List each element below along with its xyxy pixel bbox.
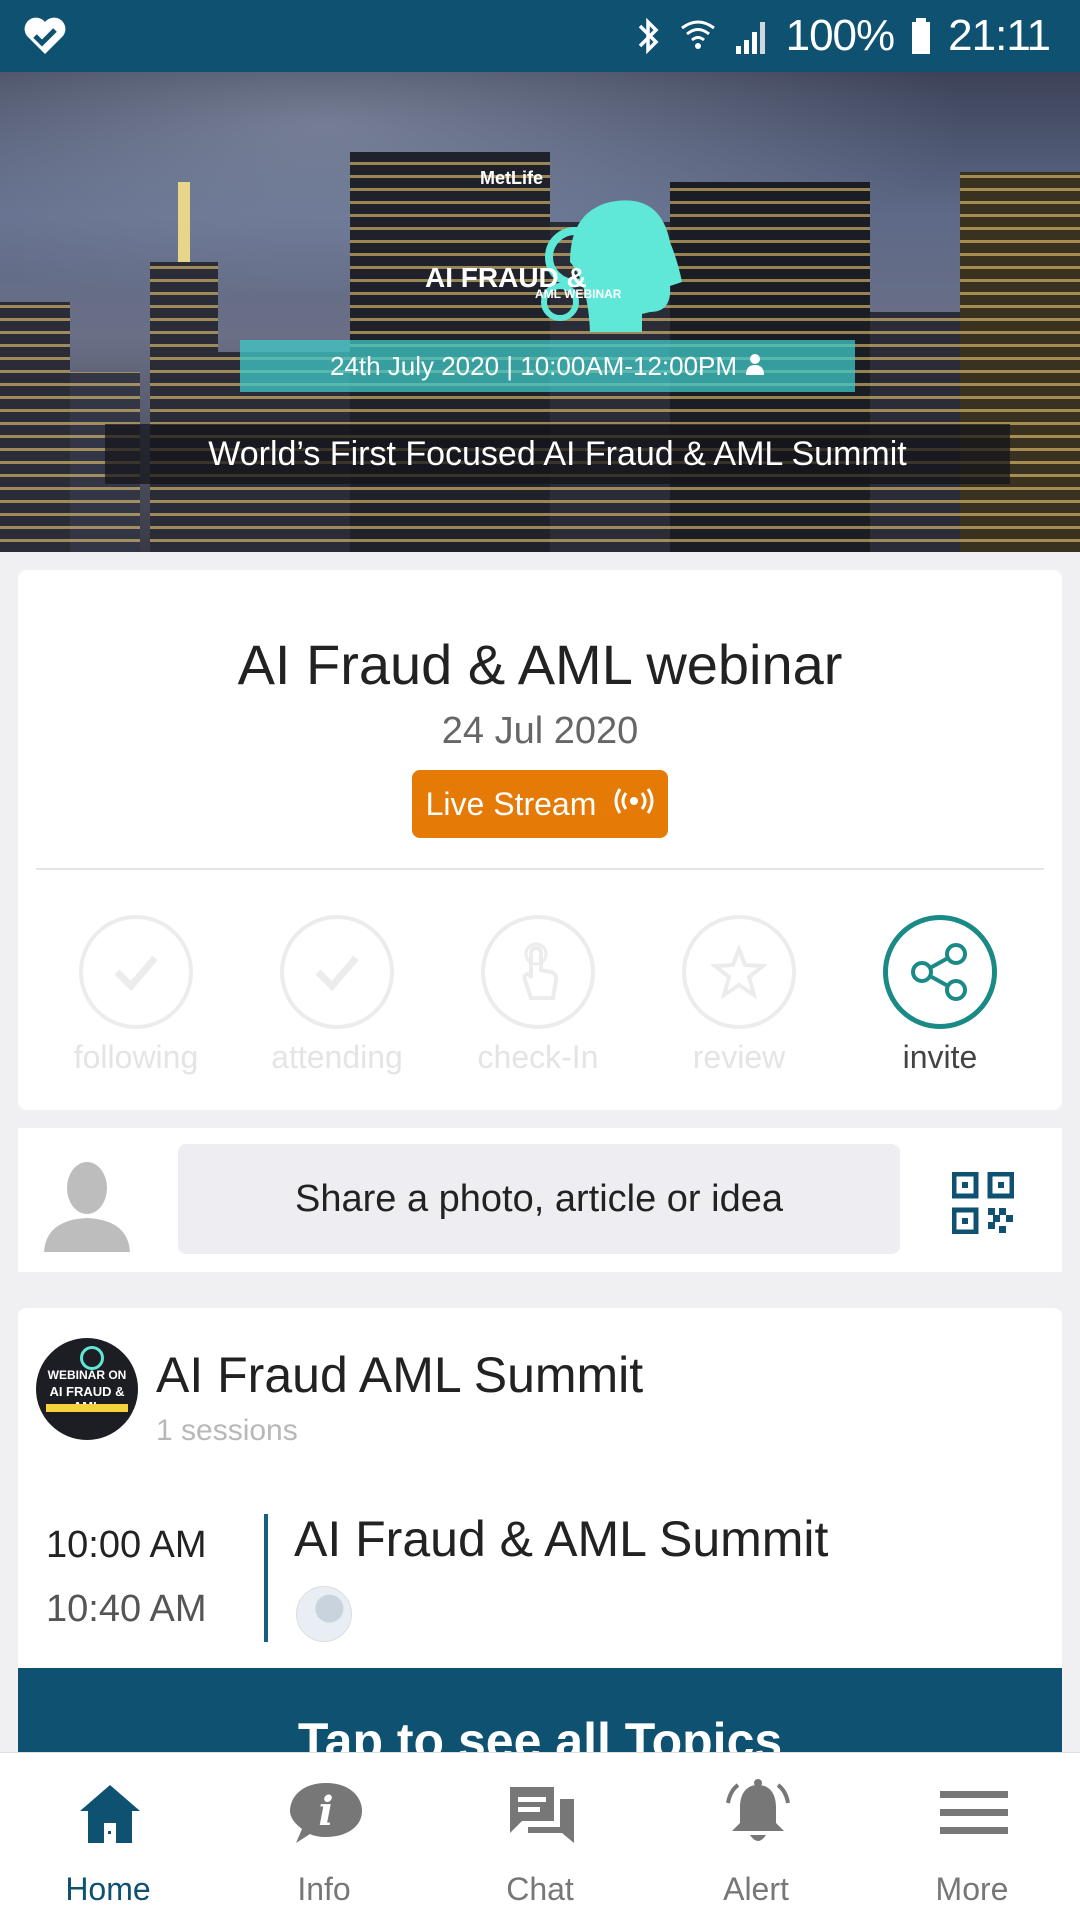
wifi-icon [678, 14, 718, 58]
post-composer: Share a photo, article or idea [18, 1128, 1062, 1272]
action-row: following attending check-In review invi… [18, 915, 1062, 1085]
nav-chat[interactable]: Chat [432, 1753, 648, 1921]
chat-icon [506, 1777, 578, 1849]
broadcast-icon [614, 786, 654, 823]
nav-home[interactable]: Home [0, 1753, 216, 1921]
signal-icon [734, 14, 770, 58]
following-button[interactable]: following [36, 915, 236, 1076]
nav-info-label: Info [297, 1871, 351, 1907]
sessions-count: 1 sessions [156, 1414, 298, 1447]
info-icon: i [290, 1777, 362, 1849]
attending-button[interactable]: attending [237, 915, 437, 1076]
summit-avatar-line1: WEBINAR ON [47, 1368, 127, 1382]
attending-label: attending [271, 1039, 403, 1075]
divider [36, 868, 1044, 870]
session-start-time: 10:00 AM [46, 1524, 207, 1566]
event-title: AI Fraud & AML webinar [237, 633, 843, 696]
event-card: AI Fraud & AML webinar 24 Jul 2020 Live … [18, 570, 1062, 1110]
check-icon [280, 915, 394, 1029]
event-date: 24 Jul 2020 [441, 710, 639, 752]
home-icon [74, 1777, 146, 1849]
invite-label: invite [902, 1039, 978, 1075]
session-title: AI Fraud & AML Summit [294, 1511, 829, 1567]
date-band-text: 24th July 2020 | 10:00AM-12:00PM [329, 350, 738, 381]
see-all-topics-button[interactable]: Tap to see all Topics [18, 1668, 1062, 1752]
following-label: following [73, 1039, 199, 1075]
review-label: review [692, 1039, 786, 1075]
session-end-time: 10:40 AM [46, 1588, 207, 1630]
star-icon [682, 915, 796, 1029]
summit-avatar: WEBINAR ON AI FRAUD & AML [36, 1338, 138, 1440]
live-stream-label: Live Stream [425, 785, 597, 822]
user-avatar[interactable] [42, 1158, 132, 1252]
nav-chat-label: Chat [506, 1871, 574, 1907]
session-divider [264, 1514, 268, 1642]
share-icon [883, 915, 997, 1029]
nav-more-label: More [935, 1871, 1009, 1907]
status-bar: 100% 21:11 [0, 0, 1080, 72]
heart-check-icon [22, 14, 68, 58]
invite-button[interactable]: invite [840, 915, 1040, 1076]
check-in-label: check-In [477, 1039, 599, 1075]
battery-percent: 100% [785, 11, 896, 60]
menu-icon [938, 1777, 1010, 1849]
nav-alert[interactable]: Alert [648, 1753, 864, 1921]
bluetooth-icon [634, 14, 662, 58]
speaker-avatar[interactable] [296, 1586, 352, 1642]
nav-home-label: Home [65, 1871, 151, 1907]
svg-text:i: i [318, 1788, 333, 1835]
bottom-navigation: Home i Info Chat Alert More [0, 1752, 1080, 1921]
date-band: 24th July 2020 | 10:00AM-12:00PM [240, 340, 855, 392]
qr-code-icon[interactable] [951, 1171, 1015, 1235]
review-button[interactable]: review [639, 915, 839, 1076]
check-in-button[interactable]: check-In [438, 915, 638, 1076]
event-banner: MetLife AI FRAUD & AML WEBINAR 24th July… [0, 72, 1080, 552]
nav-more[interactable]: More [864, 1753, 1080, 1921]
check-icon [79, 915, 193, 1029]
nav-info[interactable]: i Info [216, 1753, 432, 1921]
logo-subtitle: AML WEBINAR [535, 287, 622, 301]
bell-icon [722, 1777, 794, 1849]
tap-hand-icon [481, 915, 595, 1029]
summit-name: AI Fraud AML Summit [156, 1347, 644, 1403]
person-icon [745, 351, 765, 382]
nav-alert-label: Alert [723, 1871, 789, 1907]
see-all-topics-label: Tap to see all Topics [297, 1713, 783, 1752]
session-item[interactable]: 10:00 AM 10:40 AM AI Fraud & AML Summit [18, 1504, 1062, 1642]
banner-tagline: World’s First Focused AI Fraud & AML Sum… [105, 424, 1010, 484]
live-stream-button[interactable]: Live Stream [412, 770, 668, 838]
share-post-input[interactable]: Share a photo, article or idea [178, 1144, 900, 1254]
battery-icon [910, 14, 932, 58]
clock: 21:11 [948, 11, 1051, 60]
